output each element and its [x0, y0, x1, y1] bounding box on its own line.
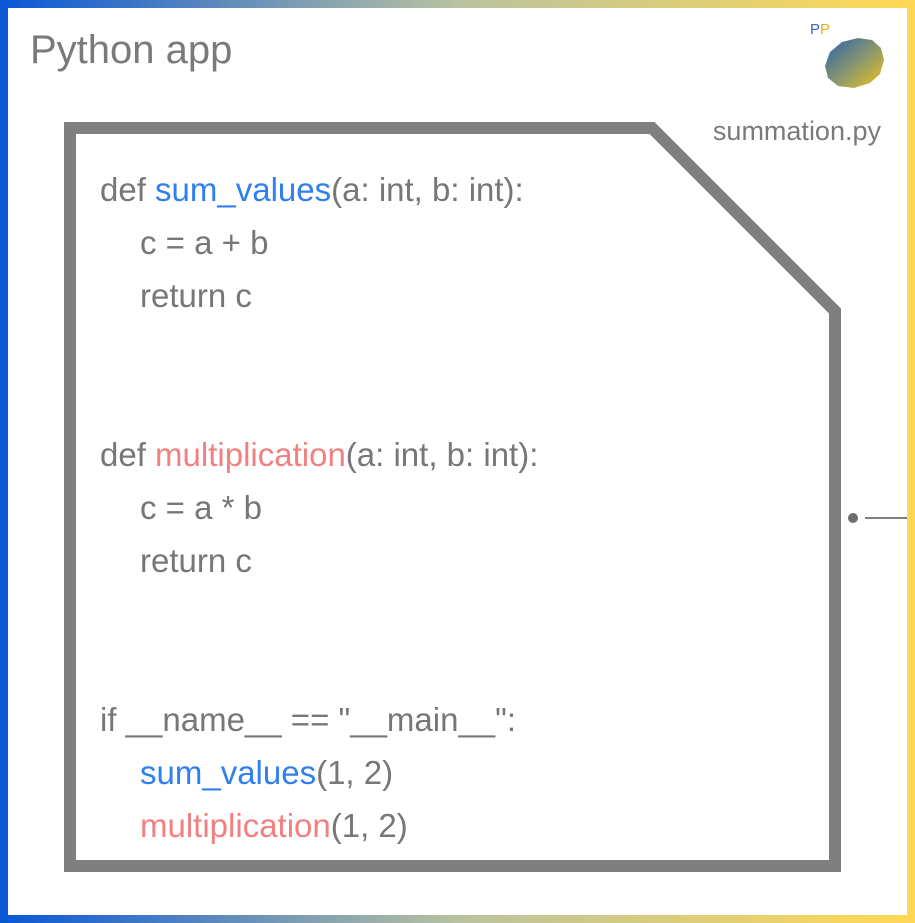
call-args: (1, 2) — [330, 807, 408, 844]
call-args: (1, 2) — [316, 754, 394, 791]
code-line-main-guard: if __name__ == "__main__": — [100, 701, 517, 738]
code-line-def-sum: def sum_values(a: int, b: int): — [100, 163, 538, 216]
logo-letters: PP — [810, 22, 830, 37]
code-listing: def sum_values(a: int, b: int): c = a + … — [100, 163, 538, 852]
logo-letter-yellow: P — [820, 21, 831, 38]
code-line-def-multiplication: def multiplication(a: int, b: int): — [100, 428, 538, 481]
function-params: (a: int, b: int): — [331, 171, 524, 208]
code-line: c = a + b — [140, 224, 269, 261]
code-line: return c — [140, 277, 252, 314]
logo-letter-blue: P — [810, 21, 821, 38]
call-sum-values: sum_values — [140, 754, 317, 791]
code-line: c = a * b — [140, 489, 262, 526]
code-line: return c — [140, 542, 252, 579]
keyword-def: def — [100, 436, 146, 473]
call-multiplication: multiplication — [140, 807, 331, 844]
code-line-call-sum: sum_values(1, 2) — [100, 746, 538, 799]
code-line-call-multiplication: multiplication(1, 2) — [100, 799, 538, 852]
function-params: (a: int, b: int): — [345, 436, 539, 473]
function-name-sum-values: sum_values — [155, 171, 332, 208]
connector-dot — [848, 513, 858, 523]
keyword-def: def — [100, 171, 146, 208]
file-name-label: summation.py — [712, 116, 881, 146]
function-name-multiplication: multiplication — [155, 436, 346, 473]
app-title: Python app — [30, 28, 233, 72]
